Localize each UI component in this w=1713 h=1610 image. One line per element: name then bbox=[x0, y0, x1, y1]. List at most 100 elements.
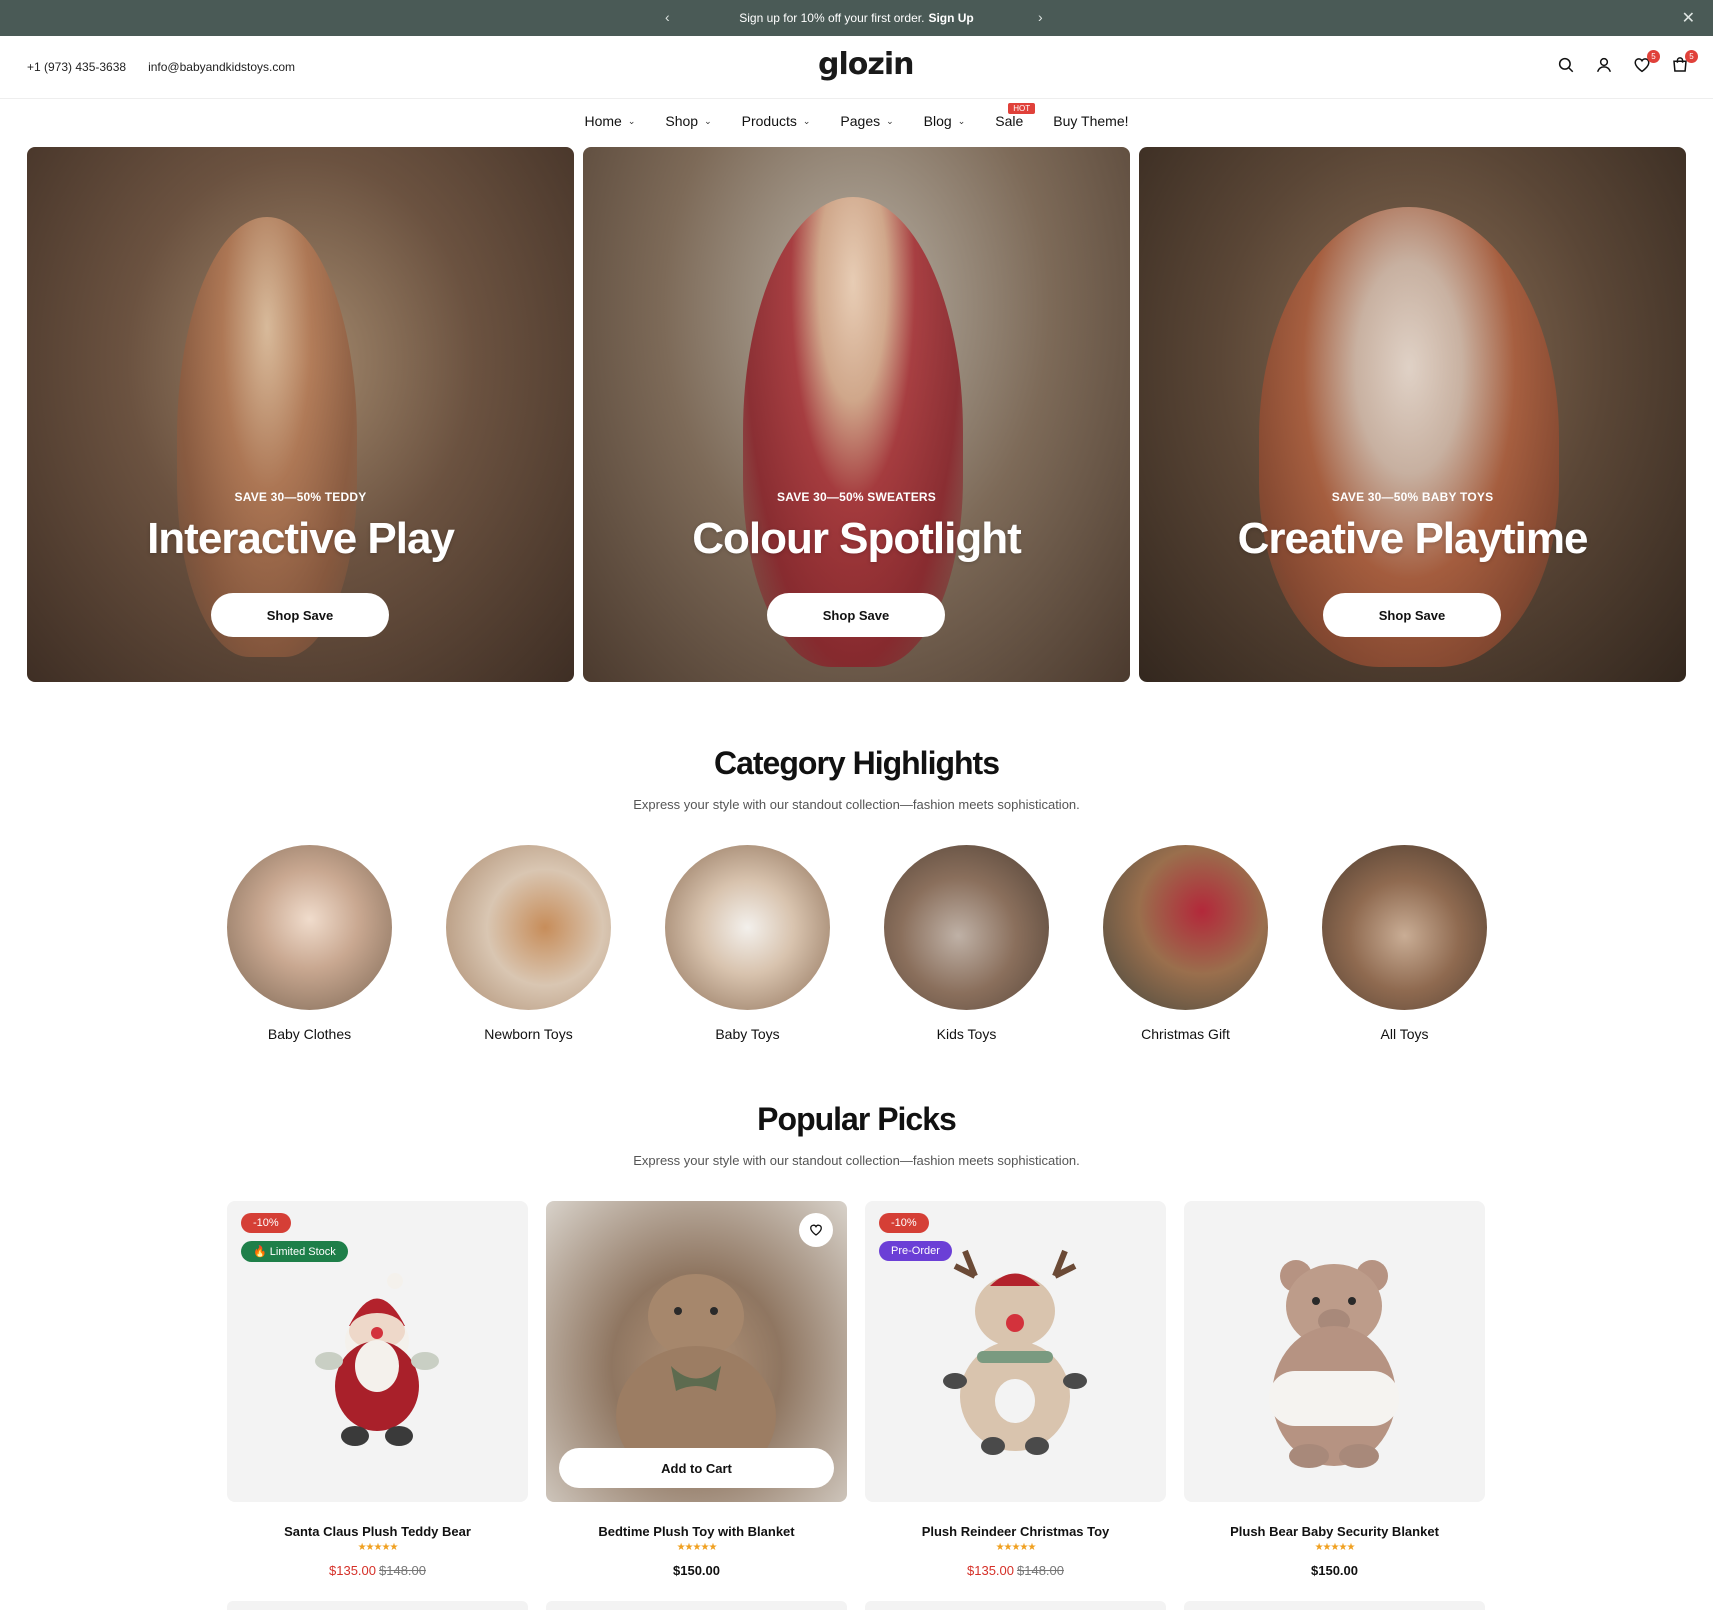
chevron-down-icon: ⌄ bbox=[957, 115, 966, 126]
product-name[interactable]: Plush Reindeer Christmas Toy bbox=[865, 1524, 1166, 1539]
announcement-text: Sign up for 10% off your first order. bbox=[739, 11, 925, 25]
category-all-toys[interactable]: All Toys bbox=[1322, 845, 1487, 1042]
sale-price: $135.00 bbox=[967, 1563, 1014, 1578]
nav-buy-theme[interactable]: Buy Theme! bbox=[1038, 113, 1143, 129]
hero-banner-3[interactable]: SAVE 30—50% BABY TOYS Creative Playtime … bbox=[1139, 147, 1686, 682]
chevron-down-icon: ⌄ bbox=[704, 115, 712, 126]
category-baby-clothes[interactable]: Baby Clothes bbox=[227, 845, 392, 1042]
wishlist-icon[interactable]: 5 bbox=[1633, 50, 1660, 76]
main-navigation: Home ⌄ Shop ⌄ Products ⌄ Pages ⌄ Blog ⌄ Sale H… bbox=[0, 103, 1713, 129]
hero-banner-1[interactable]: SAVE 30—50% TEDDY Interactive Play Shop … bbox=[27, 147, 574, 682]
nav-products-label: Products bbox=[741, 113, 797, 129]
hero-label: SAVE 30—50% SWEATERS bbox=[777, 490, 936, 504]
product-image[interactable]: Add to Cart bbox=[546, 1201, 847, 1502]
star-rating: ★★★★★ bbox=[357, 1542, 399, 1553]
category-newborn-toys[interactable]: Newborn Toys bbox=[446, 845, 611, 1042]
phone-number[interactable]: +1 (973) 435-3638 bbox=[27, 60, 126, 74]
next-product-card-peek bbox=[546, 1601, 847, 1610]
nav-products[interactable]: Products ⌄ bbox=[727, 113, 826, 129]
regular-price: $150.00 bbox=[673, 1563, 720, 1578]
chevron-down-icon: ⌄ bbox=[802, 115, 811, 126]
category-baby-toys[interactable]: Baby Toys bbox=[665, 845, 830, 1042]
limited-stock-badge: 🔥 Limited Stock bbox=[241, 1241, 348, 1262]
shop-save-button[interactable]: Shop Save bbox=[767, 593, 945, 637]
category-kids-toys[interactable]: Kids Toys bbox=[884, 845, 1049, 1042]
announcement-bar: ‹ Sign up for 10% off your first order. … bbox=[0, 0, 1713, 36]
category-image bbox=[227, 845, 392, 1010]
nav-pages[interactable]: Pages ⌄ bbox=[825, 113, 908, 129]
category-image bbox=[1103, 845, 1268, 1010]
product-image[interactable] bbox=[1184, 1201, 1485, 1502]
product-card[interactable]: -10% Pre-Order Plush Reindeer Christmas … bbox=[865, 1201, 1166, 1578]
hero-title: Interactive Play bbox=[147, 514, 455, 563]
nav-home-label: Home bbox=[584, 113, 622, 129]
product-image[interactable]: -10% 🔥 Limited Stock bbox=[227, 1201, 528, 1502]
site-logo[interactable]: glozin bbox=[818, 47, 914, 82]
product-price: $150.00 bbox=[1184, 1563, 1485, 1578]
category-christmas-gift[interactable]: Christmas Gift bbox=[1103, 845, 1268, 1042]
search-icon[interactable] bbox=[1557, 56, 1577, 76]
nav-shop-label: Shop bbox=[665, 113, 699, 129]
nav-home[interactable]: Home ⌄ bbox=[569, 113, 650, 129]
category-image bbox=[884, 845, 1049, 1010]
category-name: Baby Toys bbox=[715, 1026, 780, 1042]
signup-link[interactable]: Sign Up bbox=[928, 11, 973, 25]
product-price: $135.00 $148.00 bbox=[227, 1563, 528, 1578]
product-name[interactable]: Plush Bear Baby Security Blanket bbox=[1184, 1524, 1485, 1539]
category-name: Kids Toys bbox=[936, 1026, 997, 1042]
product-price: $150.00 bbox=[546, 1563, 847, 1578]
category-section-subtitle: Express your style with our standout col… bbox=[633, 797, 1080, 812]
nav-sale[interactable]: Sale HOT bbox=[980, 103, 1038, 129]
bear-blanket-illustration bbox=[1269, 1260, 1399, 1468]
product-name[interactable]: Santa Claus Plush Teddy Bear bbox=[227, 1524, 528, 1539]
category-image bbox=[665, 845, 830, 1010]
site-header: +1 (973) 435-3638 info@babyandkidstoys.c… bbox=[0, 36, 1713, 99]
next-product-card-peek bbox=[865, 1601, 1166, 1610]
close-icon[interactable]: ✕ bbox=[1682, 8, 1695, 28]
nav-blog[interactable]: Blog ⌄ bbox=[909, 113, 981, 129]
email-address[interactable]: info@babyandkidstoys.com bbox=[148, 60, 295, 74]
product-card[interactable]: Plush Bear Baby Security Blanket ★★★★★ $… bbox=[1184, 1201, 1485, 1578]
category-name: All Toys bbox=[1380, 1026, 1429, 1042]
add-to-cart-button[interactable]: Add to Cart bbox=[559, 1448, 834, 1488]
product-name[interactable]: Bedtime Plush Toy with Blanket bbox=[546, 1524, 847, 1539]
cart-icon[interactable]: 5 bbox=[1671, 50, 1698, 76]
nav-sale-label: Sale bbox=[995, 113, 1024, 129]
hero-title: Colour Spotlight bbox=[692, 514, 1022, 563]
shop-save-button[interactable]: Shop Save bbox=[1323, 593, 1501, 637]
hero-title: Creative Playtime bbox=[1237, 514, 1589, 563]
popular-section-subtitle: Express your style with our standout col… bbox=[633, 1153, 1080, 1168]
popular-section-title: Popular Picks bbox=[757, 1101, 957, 1137]
wishlist-heart-icon[interactable] bbox=[799, 1213, 833, 1247]
category-image bbox=[1322, 845, 1487, 1010]
chevron-right-icon[interactable]: › bbox=[1038, 9, 1043, 25]
nav-shop[interactable]: Shop ⌄ bbox=[650, 113, 726, 129]
star-rating: ★★★★★ bbox=[1314, 1542, 1356, 1553]
hero-banner-2[interactable]: SAVE 30—50% SWEATERS Colour Spotlight Sh… bbox=[583, 147, 1130, 682]
category-section-title: Category Highlights bbox=[713, 745, 1000, 781]
pre-order-badge: Pre-Order bbox=[879, 1241, 952, 1261]
chevron-left-icon[interactable]: ‹ bbox=[665, 9, 670, 25]
next-product-card-peek bbox=[227, 1601, 528, 1610]
nav-blog-label: Blog bbox=[923, 113, 952, 129]
shop-save-button[interactable]: Shop Save bbox=[211, 593, 389, 637]
hot-badge: HOT bbox=[1008, 103, 1036, 114]
product-image[interactable]: -10% Pre-Order bbox=[865, 1201, 1166, 1502]
product-price: $135.00 $148.00 bbox=[865, 1563, 1166, 1578]
product-card[interactable]: -10% 🔥 Limited Stock Santa Claus Plush T… bbox=[227, 1201, 528, 1578]
wishlist-count-badge: 5 bbox=[1647, 50, 1660, 63]
regular-price: $150.00 bbox=[1311, 1563, 1358, 1578]
category-name: Newborn Toys bbox=[484, 1026, 573, 1042]
discount-badge: -10% bbox=[879, 1213, 929, 1233]
hero-label: SAVE 30—50% TEDDY bbox=[234, 490, 367, 504]
original-price: $148.00 bbox=[379, 1563, 426, 1578]
product-card[interactable]: Add to Cart Bedtime Plush Toy with Blank… bbox=[546, 1201, 847, 1578]
product-grid: -10% 🔥 Limited Stock Santa Claus Plush T… bbox=[227, 1201, 1485, 1578]
category-image bbox=[446, 845, 611, 1010]
contact-info: +1 (973) 435-3638 info@babyandkidstoys.c… bbox=[27, 60, 295, 74]
cart-count-badge: 5 bbox=[1685, 50, 1698, 63]
account-icon[interactable] bbox=[1595, 56, 1615, 76]
chevron-down-icon: ⌄ bbox=[886, 115, 894, 126]
hero-label: SAVE 30—50% BABY TOYS bbox=[1331, 490, 1494, 504]
category-name: Baby Clothes bbox=[267, 1026, 352, 1042]
